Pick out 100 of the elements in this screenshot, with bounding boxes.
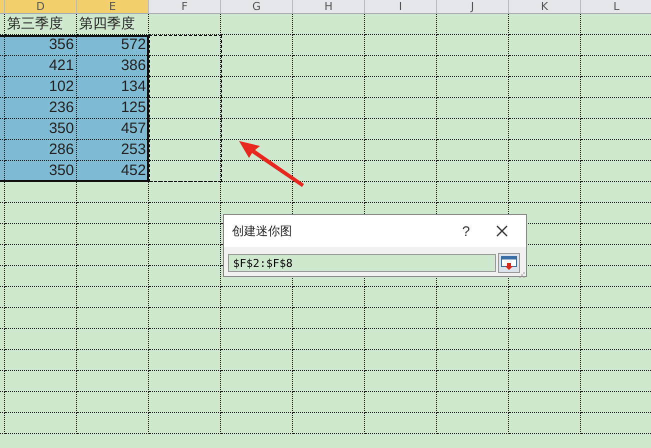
range-picker-icon: [501, 256, 517, 270]
table-cell: [149, 77, 221, 98]
table-cell: [509, 35, 581, 56]
table-cell: [293, 392, 365, 413]
table-cell: [5, 266, 77, 287]
table-cell: [437, 140, 509, 161]
table-cell: [437, 119, 509, 140]
table-cell: [365, 350, 437, 371]
table-cell: 350: [5, 119, 77, 140]
table-cell: [365, 14, 437, 35]
table-cell: [77, 266, 149, 287]
table-cell: [149, 392, 221, 413]
column-header[interactable]: H: [293, 0, 365, 14]
table-cell: [509, 140, 581, 161]
table-cell: [221, 392, 293, 413]
table-cell: [365, 140, 437, 161]
table-cell: 350: [5, 161, 77, 182]
table-cell: [365, 98, 437, 119]
table-cell: [149, 350, 221, 371]
column-heading-cell: 第三季度: [5, 14, 77, 35]
table-cell: [437, 35, 509, 56]
table-cell: [293, 77, 365, 98]
table-cell: [77, 287, 149, 308]
table-cell: [149, 287, 221, 308]
table-cell: [149, 266, 221, 287]
table-cell: [509, 119, 581, 140]
table-cell: [149, 308, 221, 329]
table-cell: [293, 35, 365, 56]
table-cell: [149, 14, 221, 35]
table-cell: [365, 287, 437, 308]
table-cell: [437, 350, 509, 371]
table-cell: [293, 308, 365, 329]
table-cell: [509, 56, 581, 77]
table-cell: 286: [5, 140, 77, 161]
table-cell: [293, 98, 365, 119]
table-cell: [437, 287, 509, 308]
column-header[interactable]: I: [365, 0, 437, 14]
table-cell: [365, 308, 437, 329]
table-cell: [149, 35, 221, 56]
table-cell: [221, 98, 293, 119]
table-cell: [149, 329, 221, 350]
table-cell: 253: [77, 140, 149, 161]
table-cell: [5, 392, 77, 413]
table-cell: [365, 392, 437, 413]
close-icon: [496, 225, 508, 237]
table-cell: [509, 182, 581, 203]
column-header[interactable]: J: [437, 0, 509, 14]
table-cell: [365, 161, 437, 182]
table-cell: [437, 371, 509, 392]
table-cell: [221, 287, 293, 308]
table-cell: 125: [77, 98, 149, 119]
table-cell: [77, 350, 149, 371]
table-cell: [149, 182, 221, 203]
table-cell: [149, 56, 221, 77]
table-cell: [149, 98, 221, 119]
table-cell: [5, 203, 77, 224]
table-cell: [221, 308, 293, 329]
table-cell: [365, 119, 437, 140]
table-cell: [509, 413, 581, 434]
table-cell: [77, 392, 149, 413]
column-header[interactable]: L: [581, 0, 651, 14]
column-heading-cell: 第四季度: [77, 14, 149, 35]
table-cell: [5, 245, 77, 266]
table-cell: 236: [5, 98, 77, 119]
column-header[interactable]: D: [5, 0, 77, 14]
table-cell: [509, 350, 581, 371]
table-cell: [437, 98, 509, 119]
table-cell: [437, 56, 509, 77]
range-picker-button[interactable]: [498, 253, 520, 273]
table-cell: [221, 371, 293, 392]
table-cell: [437, 77, 509, 98]
table-cell: [509, 329, 581, 350]
table-cell: [221, 413, 293, 434]
table-cell: [221, 119, 293, 140]
table-cell: [77, 308, 149, 329]
table-cell: 457: [77, 119, 149, 140]
table-cell: 102: [5, 77, 77, 98]
help-button[interactable]: ?: [448, 219, 484, 243]
table-cell: [149, 371, 221, 392]
table-cell: 134: [77, 77, 149, 98]
table-cell: [77, 413, 149, 434]
column-header[interactable]: K: [509, 0, 581, 14]
table-cell: [149, 413, 221, 434]
table-cell: [293, 329, 365, 350]
table-cell: [149, 224, 221, 245]
column-header[interactable]: E: [77, 0, 149, 14]
table-cell: [149, 161, 221, 182]
table-cell: [221, 14, 293, 35]
table-cell: [437, 392, 509, 413]
table-cell: [365, 56, 437, 77]
column-header[interactable]: F: [149, 0, 221, 14]
table-cell: [5, 413, 77, 434]
table-cell: [509, 14, 581, 35]
table-cell: [509, 98, 581, 119]
table-cell: [5, 287, 77, 308]
table-cell: [509, 371, 581, 392]
range-input-field[interactable]: $F$2:$F$8: [228, 254, 496, 272]
table-cell: [365, 329, 437, 350]
column-header[interactable]: G: [221, 0, 293, 14]
table-cell: 386: [77, 56, 149, 77]
